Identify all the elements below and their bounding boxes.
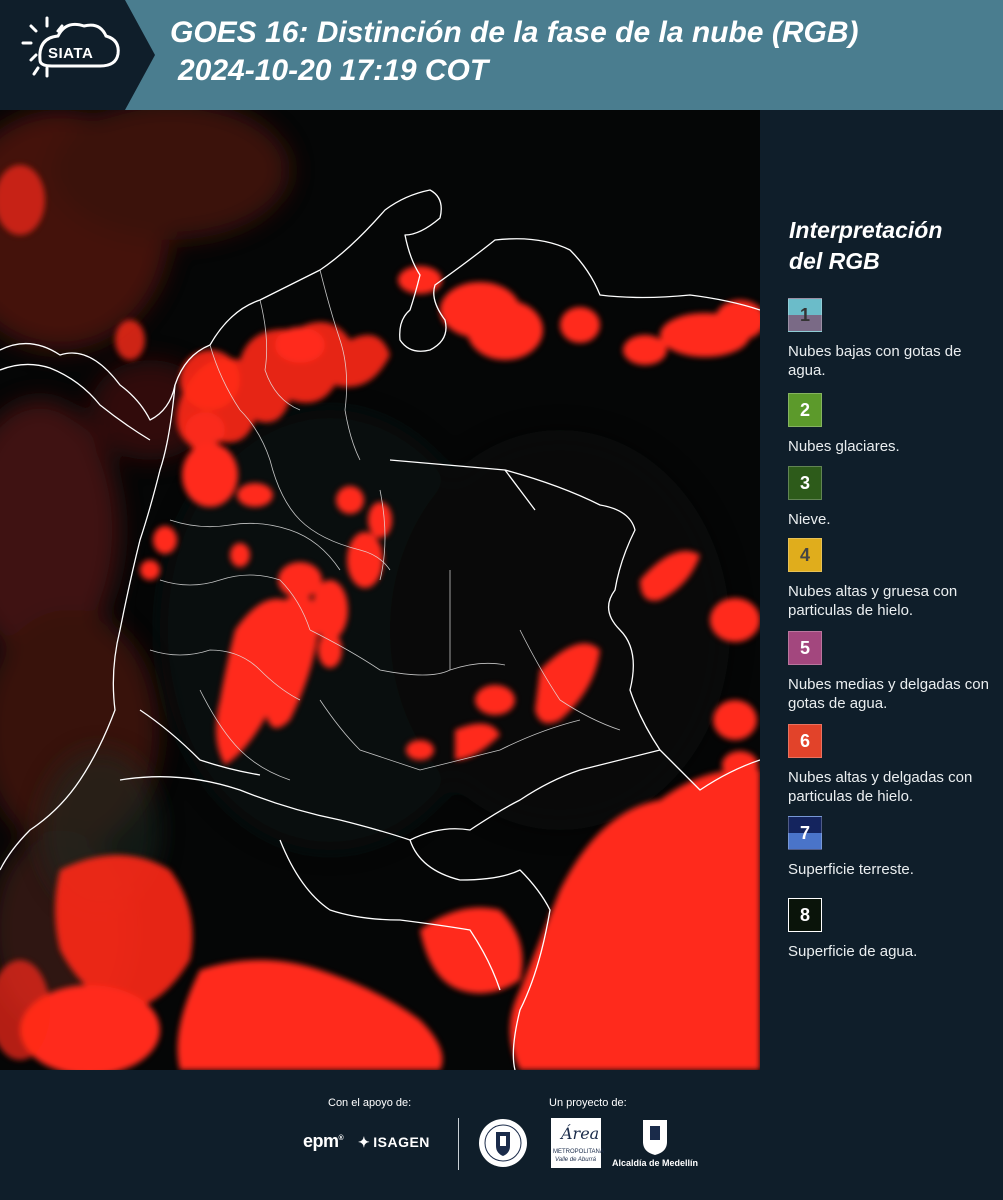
satellite-map xyxy=(0,110,760,1070)
legend-number-5: 5 xyxy=(799,637,810,658)
medellin-seal-logo xyxy=(478,1118,528,1168)
legend-title-line-1: Interpretación xyxy=(789,217,943,243)
page-title: GOES 16: Distinción de la fase de la nub… xyxy=(170,14,858,90)
legend-label-3: Nieve. xyxy=(788,511,831,528)
area-logo-sub2: Valle de Aburrá xyxy=(555,1157,596,1163)
legend-item-7: 7 Superficie terreste. xyxy=(788,816,1000,879)
legend-swatch-1: 1 xyxy=(788,298,822,332)
legend-swatch-5: 5 xyxy=(788,631,822,665)
legend-label-8: Superficie de agua. xyxy=(788,943,918,960)
area-logo-sub1: METROPOLITANA xyxy=(553,1149,604,1155)
footer: Con el apoyo de: Un proyecto de: epm® ✦ I… xyxy=(0,1070,1003,1200)
epm-logo-text: epm xyxy=(303,1131,339,1151)
legend-number-2: 2 xyxy=(799,399,810,420)
title-line-1: GOES 16: Distinción de la fase de la nub… xyxy=(170,16,859,49)
siata-logo: SIATA xyxy=(0,0,155,110)
legend-number-8: 8 xyxy=(799,904,810,925)
isagen-logo: ✦ ISAGEN xyxy=(358,1134,430,1151)
area-logo-text: Área xyxy=(561,1124,600,1143)
legend-label-5: Nubes medias y delgadas con gotas de agu… xyxy=(788,676,989,712)
legend-item-2: 2 Nubes glaciares. xyxy=(788,393,1000,456)
siata-logo-text: SIATA xyxy=(48,45,94,62)
legend-panel: Interpretación del RGB 1 Nubes bajas con … xyxy=(762,110,1003,1070)
legend-number-1: 1 xyxy=(799,304,810,325)
legend-number-4: 4 xyxy=(799,544,810,565)
legend-item-1: 1 Nubes bajas con gotas de agua. xyxy=(788,298,1000,380)
legend-item-8: 8 Superficie de agua. xyxy=(788,898,1000,961)
legend-swatch-8: 8 xyxy=(788,898,822,932)
legend-number-7: 7 xyxy=(799,822,810,843)
legend-title-line-2: del RGB xyxy=(789,248,880,274)
legend-swatch-3: 3 xyxy=(788,466,822,500)
legend-swatch-6: 6 xyxy=(788,724,822,758)
legend-item-5: 5 Nubes medias y delgadas con gotas de ag… xyxy=(788,631,1000,713)
alcaldia-logo-text: Alcaldía de Medellín xyxy=(612,1158,699,1168)
legend-item-4: 4 Nubes altas y gruesa con particulas de … xyxy=(788,538,1000,620)
legend-swatch-4: 4 xyxy=(788,538,822,572)
footer-divider xyxy=(458,1118,459,1170)
legend-item-6: 6 Nubes altas y delgadas con particulas d… xyxy=(788,724,1000,806)
project-label: Un proyecto de: xyxy=(549,1097,627,1109)
header-bar: SIATA GOES 16: Distinción de la fase de … xyxy=(0,0,1003,110)
legend-swatch-2: 2 xyxy=(788,393,822,427)
legend-item-3: 3 Nieve. xyxy=(788,466,1000,529)
isagen-logo-text: ISAGEN xyxy=(373,1134,430,1150)
isagen-icon: ✦ xyxy=(358,1134,371,1150)
area-metropolitana-logo: Área METROPOLITANA Valle de Aburrá xyxy=(551,1118,604,1168)
legend-number-6: 6 xyxy=(799,730,810,751)
legend-label-4: Nubes altas y gruesa con particulas de h… xyxy=(788,583,958,619)
legend-swatch-7: 7 xyxy=(788,816,822,850)
title-line-2: 2024-10-20 17:19 COT xyxy=(178,54,489,87)
support-label: Con el apoyo de: xyxy=(328,1097,412,1109)
legend-title: Interpretación del RGB xyxy=(789,215,989,277)
legend-label-7: Superficie terreste. xyxy=(788,861,914,878)
legend-label-2: Nubes glaciares. xyxy=(788,438,900,455)
alcaldia-shield-logo xyxy=(640,1118,670,1156)
legend-label-6: Nubes altas y delgadas con particulas de… xyxy=(788,769,973,805)
legend-number-3: 3 xyxy=(799,472,810,493)
legend-label-1: Nubes bajas con gotas de agua. xyxy=(788,343,962,379)
epm-logo: epm® xyxy=(303,1131,344,1151)
